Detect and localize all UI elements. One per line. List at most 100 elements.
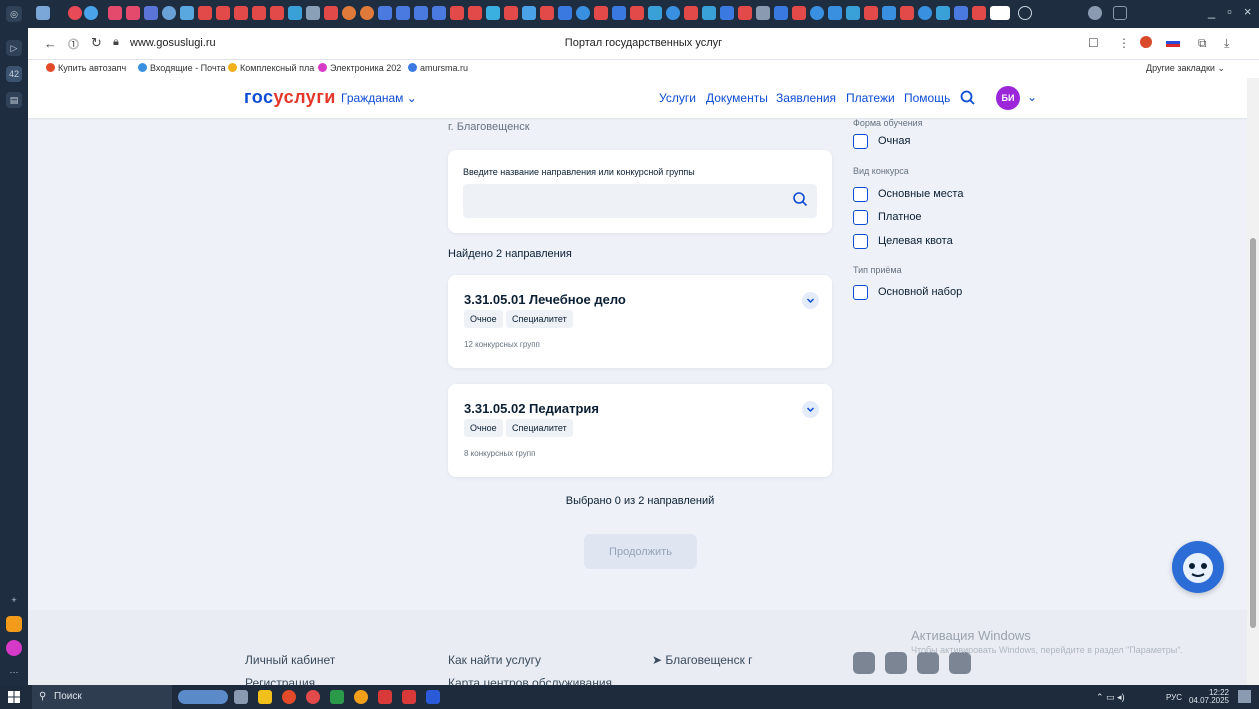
checkbox[interactable] [853, 234, 868, 249]
robot-assistant-icon[interactable] [1172, 541, 1224, 593]
share-icon[interactable]: ⧉ [1198, 36, 1207, 51]
file-explorer-icon[interactable] [258, 690, 272, 704]
notifications-icon[interactable] [1238, 690, 1251, 703]
window-controls[interactable]: _▫× [1208, 4, 1259, 19]
tab[interactable] [84, 6, 98, 20]
tab[interactable] [702, 6, 716, 20]
tab[interactable] [558, 6, 572, 20]
bookmark-item[interactable]: Электроника 202 [318, 63, 401, 73]
checkbox[interactable] [853, 187, 868, 202]
tab[interactable] [594, 6, 608, 20]
flag-icon[interactable] [1166, 38, 1180, 47]
collections-icon[interactable]: ▤ [6, 92, 22, 108]
bookmark-item[interactable]: Комплексный пла [228, 63, 314, 73]
tab[interactable] [918, 6, 932, 20]
nav-help[interactable]: Помощь [904, 91, 950, 105]
app-shortcut-icon[interactable] [6, 616, 22, 632]
tab[interactable] [684, 6, 698, 20]
nav-documents[interactable]: Документы [706, 91, 768, 105]
bookmark-item[interactable]: Купить автозапч [46, 63, 126, 73]
tab[interactable] [68, 6, 82, 20]
tab[interactable] [720, 6, 734, 20]
tab-search-icon[interactable] [1113, 6, 1127, 20]
checkbox[interactable] [853, 134, 868, 149]
weather-widget-icon[interactable] [178, 690, 228, 704]
search-icon[interactable] [960, 90, 975, 105]
tab[interactable] [450, 6, 464, 20]
tab[interactable] [882, 6, 896, 20]
footer-link-cabinet[interactable]: Личный кабинет [245, 653, 335, 667]
gosuslugi-logo[interactable]: госуслуги [244, 87, 336, 108]
profile-icon[interactable] [1140, 36, 1152, 48]
tab[interactable] [378, 6, 392, 20]
tab[interactable] [846, 6, 860, 20]
chrome-icon[interactable] [282, 690, 296, 704]
tab[interactable] [468, 6, 482, 20]
tab[interactable] [756, 6, 770, 20]
nav-services[interactable]: Услуги [659, 91, 696, 105]
tab[interactable] [342, 6, 356, 20]
play-icon[interactable]: ▷ [6, 40, 22, 56]
expand-button[interactable] [802, 401, 819, 418]
tab[interactable] [972, 6, 986, 20]
extensions-icon[interactable] [1088, 6, 1102, 20]
tab[interactable] [198, 6, 212, 20]
tab[interactable] [234, 6, 248, 20]
tab[interactable] [486, 6, 500, 20]
tab[interactable] [648, 6, 662, 20]
tab[interactable] [126, 6, 140, 20]
direction-card[interactable]: 3.31.05.02 Педиатрия Очное Специалитет 8… [448, 384, 832, 477]
tab[interactable] [360, 6, 374, 20]
yandex-browser-icon[interactable] [306, 690, 320, 704]
tab-current[interactable] [990, 6, 1010, 20]
scrollbar-thumb[interactable] [1250, 238, 1256, 628]
avatar[interactable]: БИ [996, 86, 1020, 110]
nav-applications[interactable]: Заявления [776, 91, 836, 105]
tab[interactable] [306, 6, 320, 20]
citizens-menu[interactable]: Гражданам ⌄ [341, 91, 417, 105]
footer-link-find-service[interactable]: Как найти услугу [448, 653, 541, 667]
tab[interactable] [900, 6, 914, 20]
chevron-down-icon[interactable]: ⌄ [1027, 90, 1037, 104]
tab[interactable] [630, 6, 644, 20]
task-view-icon[interactable] [234, 690, 248, 704]
app-icon[interactable] [354, 690, 368, 704]
expand-button[interactable] [802, 292, 819, 309]
clock[interactable]: 12:22 04.07.2025 [1189, 689, 1229, 705]
browser-menu-icon[interactable]: ◎ [6, 6, 22, 22]
tab[interactable] [162, 6, 176, 20]
tab[interactable] [576, 6, 590, 20]
more-menu-icon[interactable]: ⋮ [1118, 36, 1130, 50]
word-icon[interactable] [426, 690, 440, 704]
tab[interactable] [108, 6, 122, 20]
bookmark-icon[interactable]: ☐ [1088, 36, 1099, 50]
tray-icons[interactable]: ⌃ ▭ ◂) [1096, 692, 1125, 703]
download-icon[interactable]: ⤓ [1224, 36, 1229, 51]
tab[interactable] [792, 6, 806, 20]
keyboard-language[interactable]: РУС [1166, 693, 1182, 702]
rutube-icon[interactable] [949, 652, 971, 674]
tab[interactable] [810, 6, 824, 20]
tab[interactable] [252, 6, 266, 20]
tab[interactable] [936, 6, 950, 20]
tab[interactable] [540, 6, 554, 20]
tab[interactable] [504, 6, 518, 20]
nav-payments[interactable]: Платежи [846, 91, 895, 105]
search-input[interactable] [463, 184, 817, 218]
footer-link-registration[interactable]: Регистрация [245, 676, 315, 685]
continue-button[interactable]: Продолжить [584, 534, 697, 569]
tab[interactable] [864, 6, 878, 20]
pdf-reader-icon[interactable] [402, 690, 416, 704]
vk-icon[interactable] [885, 652, 907, 674]
app-shortcut-icon[interactable] [6, 640, 22, 656]
tab[interactable] [144, 6, 158, 20]
tab[interactable] [396, 6, 410, 20]
tab[interactable] [774, 6, 788, 20]
app-icon[interactable] [378, 690, 392, 704]
tab[interactable] [954, 6, 968, 20]
bookmark-item[interactable]: amursma.ru [408, 63, 468, 73]
tab[interactable] [180, 6, 194, 20]
checkbox[interactable] [853, 210, 868, 225]
more-icon[interactable]: ··· [6, 664, 22, 680]
new-tab-icon[interactable] [1018, 6, 1032, 20]
